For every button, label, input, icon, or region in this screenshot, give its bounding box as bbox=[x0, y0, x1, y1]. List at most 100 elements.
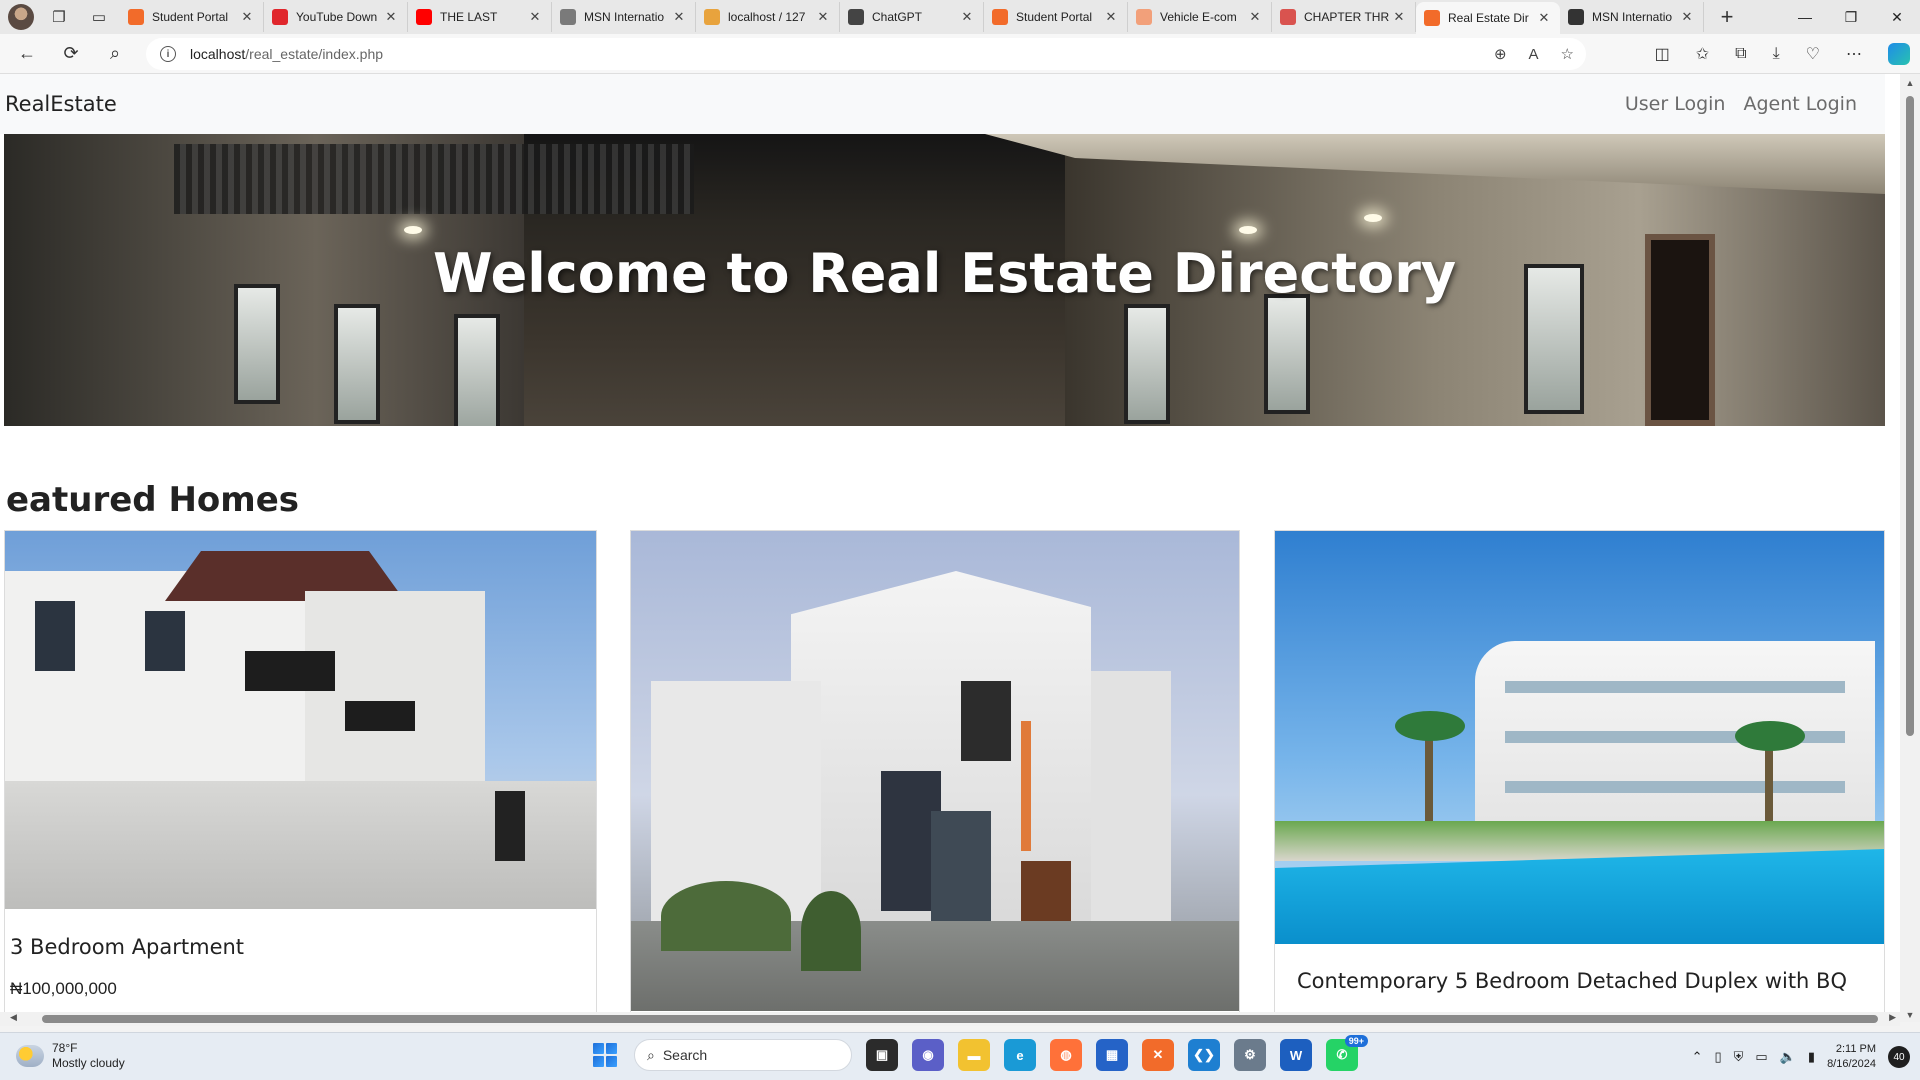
vscode-icon[interactable]: ❮❯ bbox=[1188, 1039, 1220, 1071]
new-tab-button[interactable]: + bbox=[1712, 2, 1742, 32]
scroll-right-arrow-icon[interactable]: ▶ bbox=[1889, 1012, 1896, 1023]
scroll-up-arrow-icon[interactable]: ▲ bbox=[1904, 78, 1916, 88]
battery-icon[interactable]: ▮ bbox=[1808, 1049, 1815, 1065]
url-text[interactable]: localhost/real_estate/index.php bbox=[190, 46, 383, 62]
browser-tab[interactable]: MSN Internatio ✕ bbox=[552, 2, 696, 32]
vertical-scrollbar[interactable]: ▲ ▼ bbox=[1900, 74, 1920, 1022]
tab-close-icon[interactable]: ✕ bbox=[959, 9, 975, 25]
browser-tab[interactable]: ChatGPT ✕ bbox=[840, 2, 984, 32]
whatsapp-icon[interactable]: ✆ 99+ bbox=[1326, 1035, 1368, 1071]
tab-close-icon[interactable]: ✕ bbox=[1536, 10, 1552, 26]
show-hidden-icons-icon[interactable]: ⌃ bbox=[1692, 1049, 1703, 1065]
tab-close-icon[interactable]: ✕ bbox=[1103, 9, 1119, 25]
tab-list: Student Portal ✕ YouTube Down ✕ THE LAST ✕ MSN… bbox=[120, 0, 1704, 34]
split-screen-icon[interactable]: ◫ bbox=[1655, 44, 1670, 64]
site-info-icon[interactable]: i bbox=[160, 46, 176, 62]
weather-widget[interactable]: 78°F Mostly cloudy bbox=[16, 1041, 125, 1071]
toolbar-actions: ◫ ✩ ⧉ ⤓ ♡ ⋯ bbox=[1655, 34, 1910, 74]
browser-tab[interactable]: YouTube Down ✕ bbox=[264, 2, 408, 32]
hero-title: Welcome to Real Estate Directory bbox=[432, 242, 1457, 305]
tab-close-icon[interactable]: ✕ bbox=[1247, 9, 1263, 25]
property-price: ₦100,000,000 bbox=[10, 979, 117, 998]
volume-icon[interactable]: 🔈 bbox=[1780, 1049, 1796, 1065]
favorites-icon[interactable]: ✩ bbox=[1696, 44, 1709, 64]
firefox-icon[interactable]: ◍ bbox=[1050, 1039, 1082, 1071]
security-shield-icon[interactable]: ⛨ bbox=[1734, 1049, 1744, 1065]
read-aloud-icon[interactable]: A bbox=[1529, 46, 1539, 63]
tab-close-icon[interactable]: ✕ bbox=[815, 9, 831, 25]
notification-count[interactable]: 40 bbox=[1888, 1046, 1910, 1068]
horizontal-scrollbar[interactable]: ◀ ▶ bbox=[0, 1012, 1900, 1026]
property-image[interactable] bbox=[5, 531, 596, 909]
xampp-icon[interactable]: ✕ bbox=[1142, 1039, 1174, 1071]
tab-title: Student Portal bbox=[1016, 10, 1093, 24]
vertical-scroll-thumb[interactable] bbox=[1906, 96, 1914, 736]
tab-close-icon[interactable]: ✕ bbox=[671, 9, 687, 25]
tab-actions-icon[interactable]: ▭ bbox=[84, 2, 114, 32]
tab-close-icon[interactable]: ✕ bbox=[1679, 9, 1695, 25]
tab-close-icon[interactable]: ✕ bbox=[1391, 9, 1407, 25]
store-icon[interactable]: ▦ bbox=[1096, 1039, 1128, 1071]
browser-tab[interactable]: localhost / 127 ✕ bbox=[696, 2, 840, 32]
close-window-button[interactable]: ✕ bbox=[1874, 0, 1920, 34]
hero-image-window bbox=[334, 304, 380, 424]
browser-essentials-icon[interactable]: ♡ bbox=[1806, 44, 1820, 64]
property-image[interactable] bbox=[631, 531, 1239, 1011]
restore-button[interactable]: ❐ bbox=[1828, 0, 1874, 34]
device-icon[interactable]: ▯ bbox=[1715, 1049, 1722, 1065]
whatsapp-badge: 99+ bbox=[1344, 1035, 1368, 1047]
nav-links: User Login Agent Login bbox=[1625, 93, 1857, 115]
property-card[interactable]: Contemporary 5 Bedroom Detached Duplex w… bbox=[1274, 530, 1885, 1022]
copilot-icon[interactable] bbox=[1888, 43, 1910, 65]
address-bar[interactable]: i localhost/real_estate/index.php ⊕ A ☆ bbox=[146, 38, 1586, 70]
browser-tab[interactable]: Vehicle E-com ✕ bbox=[1128, 2, 1272, 32]
browser-tab[interactable]: Student Portal ✕ bbox=[120, 2, 264, 32]
clock-time: 2:11 PM bbox=[1835, 1043, 1876, 1055]
site-brand[interactable]: RealEstate bbox=[5, 92, 117, 116]
edge-icon[interactable]: e bbox=[1004, 1039, 1036, 1071]
profile-avatar[interactable] bbox=[8, 4, 34, 30]
network-icon[interactable]: ▭ bbox=[1755, 1049, 1767, 1065]
taskbar-search[interactable]: ⌕ Search bbox=[634, 1039, 852, 1071]
property-card[interactable] bbox=[630, 530, 1240, 1022]
tab-close-icon[interactable]: ✕ bbox=[239, 9, 255, 25]
minimize-button[interactable]: — bbox=[1782, 0, 1828, 34]
scroll-left-arrow-icon[interactable]: ◀ bbox=[10, 1012, 17, 1023]
property-image[interactable] bbox=[1275, 531, 1884, 944]
favorite-star-icon[interactable]: ☆ bbox=[1561, 45, 1574, 63]
teams-icon[interactable]: ◉ bbox=[912, 1039, 944, 1071]
clock[interactable]: 2:11 PM 8/16/2024 bbox=[1827, 1042, 1876, 1072]
browser-tab[interactable]: CHAPTER THR ✕ bbox=[1272, 2, 1416, 32]
workspaces-icon[interactable]: ❐ bbox=[44, 2, 74, 32]
refresh-button[interactable]: ⟳ bbox=[54, 37, 88, 71]
tab-close-icon[interactable]: ✕ bbox=[527, 9, 543, 25]
user-login-link[interactable]: User Login bbox=[1625, 93, 1726, 115]
back-button[interactable]: ← bbox=[10, 37, 44, 71]
word-icon[interactable]: W bbox=[1280, 1039, 1312, 1071]
file-explorer-icon[interactable]: ▬ bbox=[958, 1039, 990, 1071]
start-button[interactable] bbox=[590, 1040, 620, 1070]
more-menu-icon[interactable]: ⋯ bbox=[1846, 44, 1862, 64]
downloads-icon[interactable]: ⤓ bbox=[1773, 45, 1780, 63]
browser-tab[interactable]: THE LAST ✕ bbox=[408, 2, 552, 32]
zoom-icon[interactable]: ⊕ bbox=[1494, 45, 1507, 63]
clock-date: 8/16/2024 bbox=[1827, 1058, 1876, 1070]
browser-tab[interactable]: Student Portal ✕ bbox=[984, 2, 1128, 32]
search-icon[interactable]: ⌕ bbox=[98, 37, 132, 71]
settings-gear-icon[interactable]: ⚙ bbox=[1234, 1039, 1266, 1071]
property-title[interactable]: 3 Bedroom Apartment bbox=[10, 935, 244, 959]
browser-tab[interactable]: Real Estate Dir ✕ bbox=[1416, 2, 1560, 34]
property-card[interactable]: 3 Bedroom Apartment ₦100,000,000 bbox=[4, 530, 597, 1022]
browser-tab[interactable]: MSN Internatio ✕ bbox=[1560, 2, 1704, 32]
download-icon bbox=[272, 9, 288, 25]
hero-banner: Welcome to Real Estate Directory bbox=[4, 134, 1885, 426]
task-view-icon[interactable]: ▣ bbox=[866, 1039, 898, 1071]
collections-icon[interactable]: ⧉ bbox=[1735, 45, 1746, 63]
tab-close-icon[interactable]: ✕ bbox=[383, 9, 399, 25]
horizontal-scroll-thumb[interactable] bbox=[42, 1015, 1878, 1023]
agent-login-link[interactable]: Agent Login bbox=[1743, 93, 1857, 115]
tab-title: ChatGPT bbox=[872, 10, 923, 24]
property-title[interactable]: Contemporary 5 Bedroom Detached Duplex w… bbox=[1297, 969, 1847, 993]
scroll-down-arrow-icon[interactable]: ▼ bbox=[1904, 1010, 1916, 1020]
hero-image-light bbox=[1364, 214, 1382, 222]
